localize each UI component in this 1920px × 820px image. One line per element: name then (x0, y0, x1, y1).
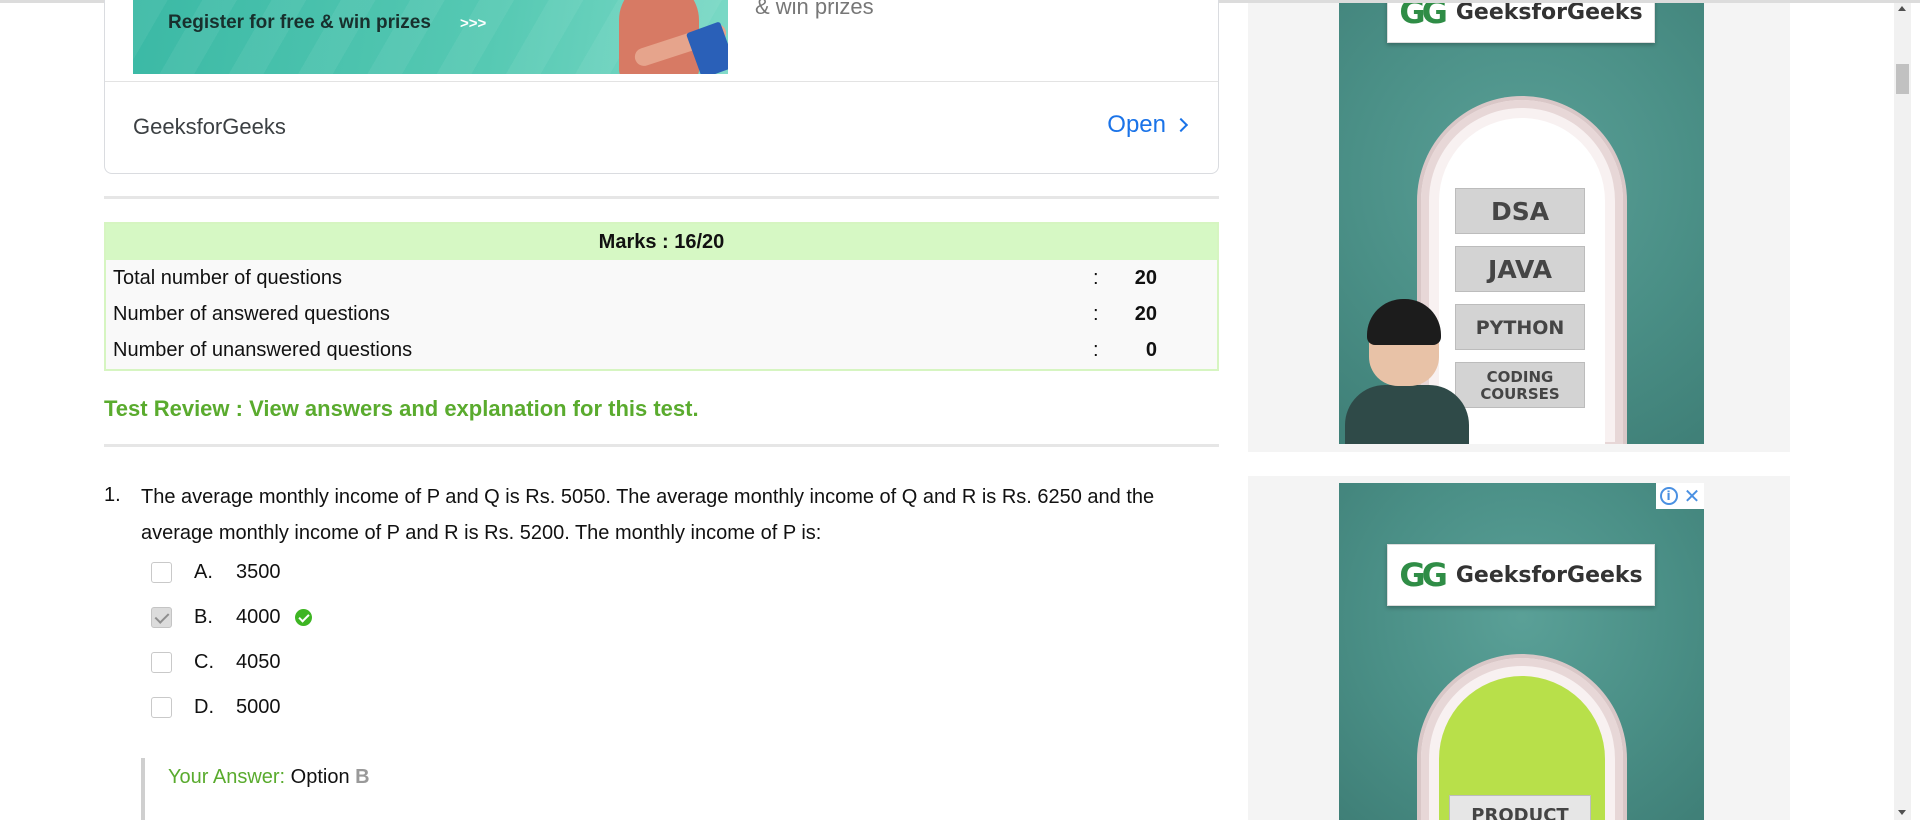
ad-banner-text: Register for free & win prizes (168, 12, 431, 33)
marks-row-colon: : (1093, 339, 1099, 361)
sign-coding-courses: CODING COURSES (1455, 362, 1585, 408)
marks-summary: Marks : 16/20 Total number of questions … (104, 222, 1219, 371)
gfg-logo-card: GG GeeksforGeeks (1387, 3, 1655, 43)
your-answer-prefix: Option (290, 766, 350, 788)
gfg-logo-name: GeeksforGeeks (1455, 562, 1643, 588)
gfg-logo-name: GeeksforGeeks (1455, 3, 1643, 25)
option-checkbox[interactable] (151, 651, 172, 673)
your-answer-label: Your Answer: (168, 766, 286, 788)
option-value: 3500 (236, 560, 281, 583)
sign-java: JAVA (1455, 246, 1585, 292)
chevron-right-icon (1173, 117, 1189, 133)
option-d[interactable]: D. 5000 (151, 695, 281, 719)
ad-side-text: & win prizes (755, 0, 874, 19)
scroll-down-arrow-icon[interactable] (1898, 810, 1906, 815)
your-answer-block: Your Answer: Option B (141, 758, 370, 820)
option-b[interactable]: B. 4000 (151, 605, 312, 629)
marks-row-label: Number of unanswered questions (113, 339, 413, 361)
marks-row: Total number of questions : 20 (106, 260, 1217, 296)
marks-row-colon: : (1093, 267, 1099, 289)
close-icon[interactable]: ✕ (1684, 486, 1701, 506)
sign-python: PYTHON (1455, 304, 1585, 350)
scroll-up-arrow-icon[interactable] (1898, 6, 1906, 11)
sign-courses-line: COURSES (1480, 385, 1560, 403)
section-divider (104, 444, 1219, 447)
marks-row: Number of answered questions : 20 (106, 296, 1217, 332)
sign-coding-line: CODING (1486, 368, 1554, 386)
ad-open-button[interactable]: Open (1107, 111, 1189, 139)
ad-banner[interactable]: Register for free & win prizes >>> (133, 0, 728, 74)
section-divider (104, 196, 1219, 199)
option-letter: D. (194, 695, 214, 718)
ad-open-label: Open (1107, 111, 1166, 138)
option-checkbox-checked[interactable] (151, 606, 172, 628)
gfg-logo-icon: GG (1399, 3, 1447, 31)
your-answer-letter: B (355, 766, 370, 788)
option-value: 4000 (236, 605, 281, 628)
option-a[interactable]: A. 3500 (151, 560, 281, 584)
option-value: 5000 (236, 695, 281, 718)
option-letter: B. (194, 605, 213, 628)
ad-banner-arrows: >>> (460, 15, 487, 32)
ad-choices[interactable]: i ✕ (1656, 483, 1704, 509)
info-icon[interactable]: i (1659, 487, 1678, 505)
side-ad-courses[interactable]: GG GeeksforGeeks DSA JAVA PYTHON CODING … (1339, 3, 1704, 444)
marks-row-colon: : (1093, 303, 1099, 325)
option-value: 4050 (236, 650, 281, 673)
question-text: The average monthly income of P and Q is… (141, 486, 1155, 544)
marks-row-label: Total number of questions (113, 267, 343, 289)
marks-row-label: Number of answered questions (113, 303, 390, 325)
option-c[interactable]: C. 4050 (151, 650, 281, 674)
side-ad-product[interactable]: i ✕ GG GeeksforGeeks PRODUCT (1339, 483, 1704, 820)
person-body-illustration (1345, 385, 1469, 444)
option-letter: A. (194, 560, 213, 583)
question-number: 1. (104, 484, 121, 506)
correct-check-icon (294, 608, 312, 626)
option-letter: C. (194, 650, 214, 673)
ad-divider (105, 81, 1218, 82)
option-checkbox[interactable] (151, 561, 172, 583)
ad-card[interactable]: Register for free & win prizes >>> & win… (104, 0, 1219, 174)
gfg-logo-icon: GG (1399, 556, 1447, 594)
sign-dsa: DSA (1455, 188, 1585, 234)
gfg-logo-card: GG GeeksforGeeks (1387, 544, 1655, 606)
page-scrollbar[interactable] (1894, 3, 1911, 820)
marks-row-value: 20 (1134, 303, 1157, 325)
ad-brand-name: GeeksforGeeks (133, 114, 286, 139)
marks-row: Number of unanswered questions : 0 (106, 332, 1217, 368)
scroll-thumb[interactable] (1896, 64, 1909, 94)
sign-product: PRODUCT (1449, 795, 1591, 820)
marks-row-value: 20 (1134, 267, 1157, 289)
test-review-link[interactable]: Test Review : View answers and explanati… (104, 396, 699, 422)
marks-heading: Marks : 16/20 (106, 224, 1217, 260)
marks-row-value: 0 (1145, 339, 1157, 361)
option-checkbox[interactable] (151, 696, 172, 718)
